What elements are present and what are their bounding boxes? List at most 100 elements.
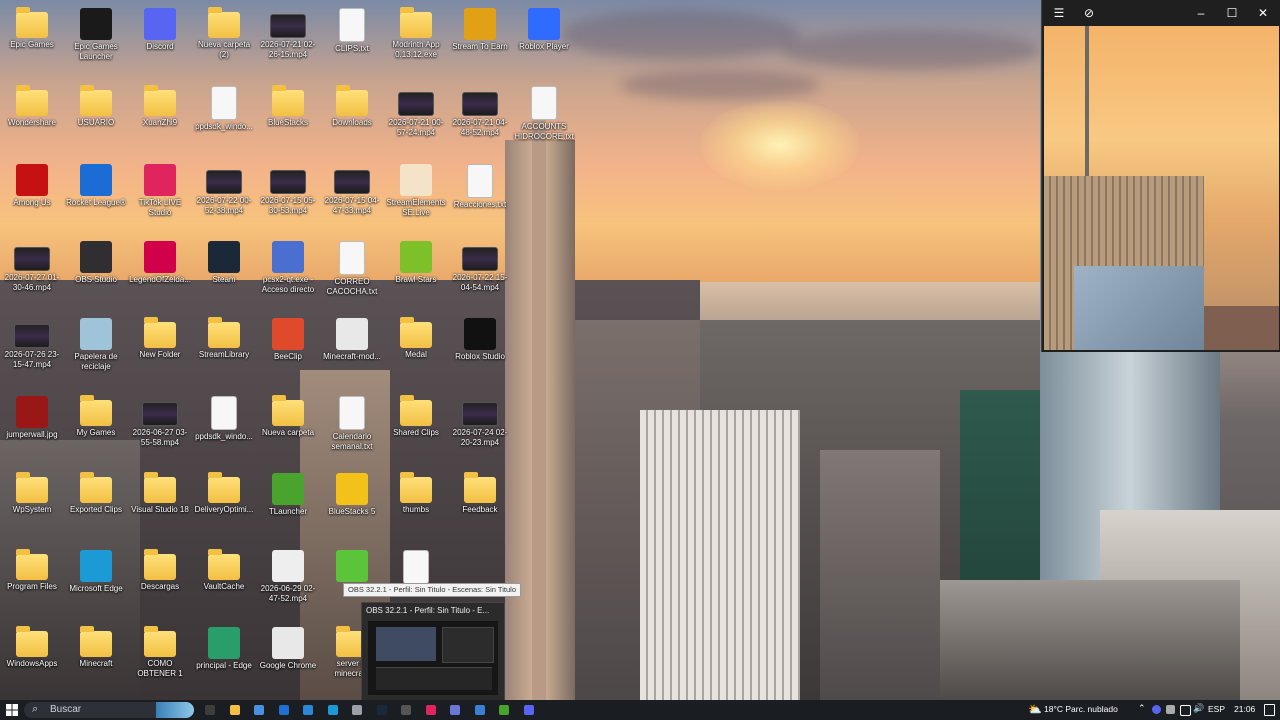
store-icon[interactable] bbox=[251, 702, 267, 718]
desktop-icon[interactable]: COMO OBTENER 1 bbox=[128, 623, 192, 699]
desktop-icon[interactable]: ppdsdk_windo... bbox=[192, 82, 256, 158]
desktop-icon[interactable]: Wondershare bbox=[0, 82, 64, 158]
desktop-icon[interactable]: ppdsdk_windo... bbox=[192, 392, 256, 468]
desktop-icon[interactable]: Medal bbox=[384, 314, 448, 390]
taskbar-search[interactable]: ⌕ Buscar bbox=[24, 702, 194, 718]
desktop-icon[interactable]: Papelera de reciclaje bbox=[64, 314, 128, 390]
clock[interactable]: 21:06 bbox=[1234, 704, 1255, 714]
notes-icon[interactable] bbox=[349, 702, 365, 718]
steam-icon[interactable] bbox=[374, 702, 390, 718]
desktop-icon[interactable]: TLauncher bbox=[256, 469, 320, 545]
desktop-icon[interactable]: Roblox Studio bbox=[448, 314, 512, 390]
no-sync-icon[interactable]: ⊘ bbox=[1080, 4, 1098, 22]
desktop-icon[interactable]: Roblox Player bbox=[512, 4, 576, 80]
minimize-icon[interactable]: – bbox=[1192, 4, 1210, 22]
desktop-icon[interactable]: Steam bbox=[192, 237, 256, 313]
desktop-icon[interactable]: USUARIO bbox=[64, 82, 128, 158]
desktop-icon[interactable]: LegendOfZelda... bbox=[128, 237, 192, 313]
volume-icon[interactable]: 🔊 bbox=[1193, 703, 1204, 714]
desktop-icon[interactable]: BlueStacks bbox=[256, 82, 320, 158]
desktop-icon[interactable]: 2026-07-22 00-52-38.mp4 bbox=[192, 160, 256, 236]
desktop-icon[interactable]: Program Files bbox=[0, 546, 64, 622]
desktop-icon[interactable]: Descargas bbox=[128, 546, 192, 622]
obs-window-thumbnail[interactable]: OBS 32.2.1 - Perfil: Sin Titulo - E... bbox=[361, 602, 505, 702]
desktop-icon[interactable]: 2026-07-15 04-47-33.mp4 bbox=[320, 160, 384, 236]
desktop-icon[interactable]: 2026-06-27 03-55-58.mp4 bbox=[128, 392, 192, 468]
desktop-icon[interactable]: BlueStacks 5 bbox=[320, 469, 384, 545]
desktop-icon[interactable]: CLIPS.txt bbox=[320, 4, 384, 80]
desktop-icon[interactable]: TikTok LIVE Studio bbox=[128, 160, 192, 236]
minecraft-icon[interactable] bbox=[496, 702, 512, 718]
desktop-icon[interactable]: Exported Clips bbox=[64, 469, 128, 545]
desktop-icon[interactable]: 2026-07-26 23-15-47.mp4 bbox=[0, 314, 64, 390]
desktop-icon[interactable]: Discord bbox=[128, 4, 192, 80]
app-icon[interactable] bbox=[447, 702, 463, 718]
desktop-icon[interactable]: 2026-07-24 02-20-23.mp4 bbox=[448, 392, 512, 468]
desktop-icon[interactable]: thumbs bbox=[384, 469, 448, 545]
desktop-icon[interactable]: StreamElements SE.Live bbox=[384, 160, 448, 236]
discord-icon[interactable] bbox=[521, 702, 537, 718]
desktop-icon[interactable]: Brawl Stars bbox=[384, 237, 448, 313]
desktop-icon[interactable]: 2026-07-15 05-30-53.mp4 bbox=[256, 160, 320, 236]
desktop-icon[interactable]: 2026-07-21 04-48-52.mp4 bbox=[448, 82, 512, 158]
desktop-icon[interactable]: Reacciones.txt bbox=[448, 160, 512, 236]
calendar-icon[interactable] bbox=[300, 702, 316, 718]
desktop-icon[interactable]: StreamLibrary bbox=[192, 314, 256, 390]
desktop-icon[interactable]: Stream To Earn bbox=[448, 4, 512, 80]
windows-start-icon[interactable] bbox=[4, 702, 20, 718]
outlook-icon[interactable] bbox=[276, 702, 292, 718]
weather-text[interactable]: 18°C Parc. nublado bbox=[1044, 704, 1118, 714]
desktop-icon[interactable]: Shared Clips bbox=[384, 392, 448, 468]
edge-icon[interactable] bbox=[325, 702, 341, 718]
desktop-icon[interactable]: ACCOUNTS HIDROCORE.txt bbox=[512, 82, 576, 158]
desktop-icon[interactable]: New Folder bbox=[128, 314, 192, 390]
desktop-icon[interactable]: Microsoft Edge bbox=[64, 546, 128, 622]
desktop-icon[interactable]: Visual Studio 18 bbox=[128, 469, 192, 545]
desktop-icon[interactable]: WindowsApps bbox=[0, 623, 64, 699]
desktop-icon[interactable]: Calendario semanal.txt bbox=[320, 392, 384, 468]
shield-icon[interactable] bbox=[472, 702, 488, 718]
desktop-icon[interactable]: Downloads bbox=[320, 82, 384, 158]
desktop-icon[interactable]: Minecraft bbox=[64, 623, 128, 699]
desktop-icon[interactable]: Feedback bbox=[448, 469, 512, 545]
network-icon[interactable] bbox=[1180, 705, 1191, 716]
desktop-icon[interactable]: Minecraft-mod... bbox=[320, 314, 384, 390]
photo-viewer-window[interactable]: ☰ ⊘ – ☐ ✕ bbox=[1041, 0, 1280, 352]
desktop-icon[interactable]: Modrinth App 0.13.12.exe bbox=[384, 4, 448, 80]
desktop-icon[interactable]: 2026-07-21 00-57-24.mp4 bbox=[384, 82, 448, 158]
close-icon[interactable]: ✕ bbox=[1254, 4, 1272, 22]
obs-active-icon[interactable] bbox=[398, 702, 414, 718]
desktop-icon[interactable]: jumperwall.jpg bbox=[0, 392, 64, 468]
desktop-icon[interactable]: Among Us bbox=[0, 160, 64, 236]
desktop-icon[interactable]: 2026-07-21 02-26-15.mp4 bbox=[256, 4, 320, 80]
desktop-icon[interactable]: Rocket League® bbox=[64, 160, 128, 236]
chevron-up-icon[interactable]: ⌃ bbox=[1138, 703, 1146, 714]
desktop-icon[interactable]: 2026-07-27 01-30-46.mp4 bbox=[0, 237, 64, 313]
desktop-icon[interactable]: VaultCache bbox=[192, 546, 256, 622]
tray-discord-icon[interactable] bbox=[1152, 705, 1161, 714]
language-indicator[interactable]: ESP bbox=[1208, 704, 1225, 714]
desktop-icon[interactable]: 2026-07-22 15-04-54.mp4 bbox=[448, 237, 512, 313]
notification-icon[interactable] bbox=[1264, 704, 1275, 716]
desktop-icon[interactable]: Nueva carpeta bbox=[256, 392, 320, 468]
desktop-icon[interactable]: OBS Studio bbox=[64, 237, 128, 313]
viewer-titlebar[interactable]: ☰ ⊘ – ☐ ✕ bbox=[1042, 0, 1280, 26]
obs-icon[interactable] bbox=[202, 702, 218, 718]
tiktok-icon[interactable] bbox=[423, 702, 439, 718]
desktop-icon[interactable]: pcsx2-qt.exe - Acceso directo bbox=[256, 237, 320, 313]
maximize-icon[interactable]: ☐ bbox=[1223, 4, 1241, 22]
desktop-icon[interactable]: Nueva carpeta (2) bbox=[192, 4, 256, 80]
desktop-icon[interactable]: Google Chrome bbox=[256, 623, 320, 699]
desktop-icon[interactable]: WpSystem bbox=[0, 469, 64, 545]
tray-app-icon[interactable] bbox=[1166, 705, 1175, 714]
desktop-icon[interactable]: Epic Games Launcher bbox=[64, 4, 128, 80]
weather-icon[interactable]: ⛅ bbox=[1028, 703, 1042, 716]
desktop-icon[interactable]: 2026-06-29 02-47-52.mp4 bbox=[256, 546, 320, 622]
desktop-icon[interactable]: BeeClip bbox=[256, 314, 320, 390]
desktop-icon[interactable]: CORREO CACOCHA.txt bbox=[320, 237, 384, 313]
desktop-icon[interactable]: principal - Edge bbox=[192, 623, 256, 699]
desktop-icon[interactable]: Epic Games bbox=[0, 4, 64, 80]
obs-thumbnail-preview[interactable] bbox=[368, 621, 498, 695]
menu-icon[interactable]: ☰ bbox=[1050, 4, 1068, 22]
desktop-icon[interactable]: XuanZhi9 bbox=[128, 82, 192, 158]
